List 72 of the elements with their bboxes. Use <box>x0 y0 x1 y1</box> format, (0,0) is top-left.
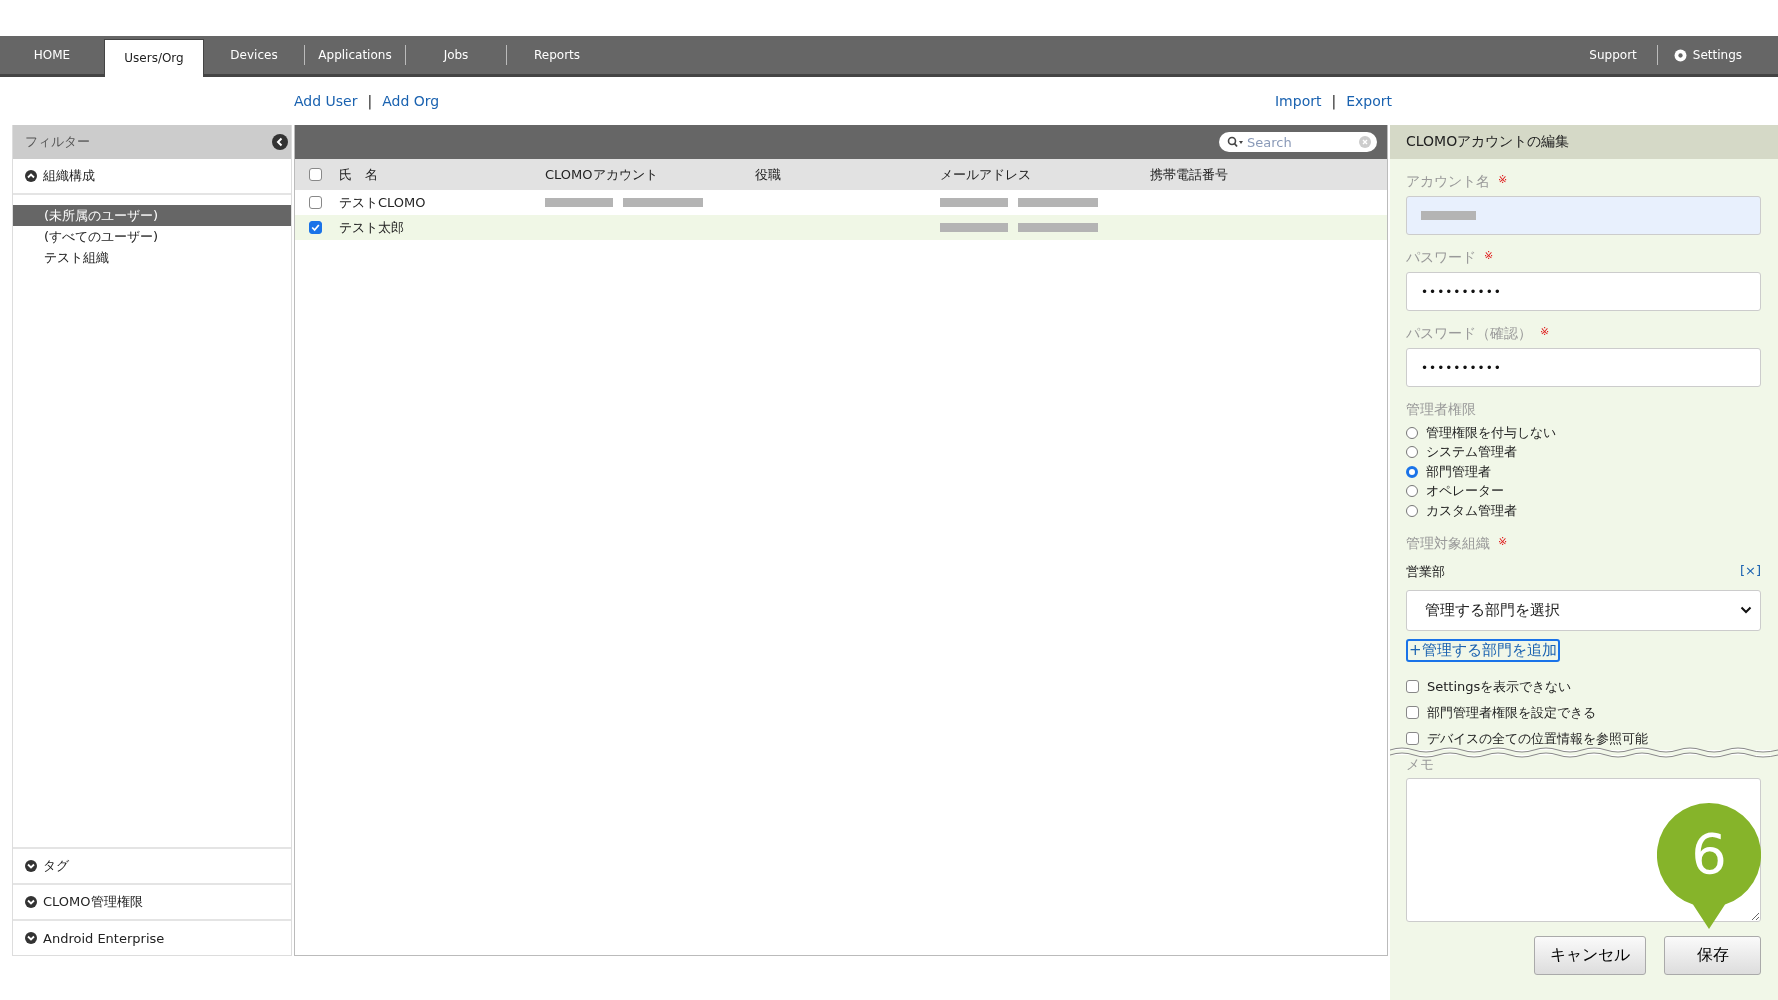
nav-link[interactable]: Support <box>1583 48 1657 62</box>
radio-button[interactable] <box>1406 465 1418 478</box>
checkbox[interactable] <box>1406 732 1419 745</box>
search-box[interactable]: Search <box>1219 132 1377 152</box>
org-select[interactable]: 管理する部門を選択 <box>1406 589 1761 631</box>
column-header: 役職 <box>755 166 781 182</box>
checkbox-label: 部門管理者権限を設定できる <box>1427 703 1596 722</box>
radio-label: オペレーター <box>1426 482 1504 501</box>
field-label: アカウント名 <box>1406 173 1490 191</box>
nav-tab[interactable]: Jobs <box>406 36 506 74</box>
separator: | <box>367 93 373 109</box>
nav-tab[interactable]: Reports <box>507 36 607 74</box>
action-link[interactable]: Export <box>1346 93 1392 109</box>
table-cell: テスト太郎 <box>339 219 404 235</box>
blurred-text <box>1421 211 1476 220</box>
radio-button[interactable] <box>1406 426 1418 439</box>
checkbox[interactable] <box>308 168 322 181</box>
filter-item[interactable]: テスト組織 <box>13 247 291 268</box>
separator: | <box>1331 93 1337 109</box>
form-button[interactable]: 保存 <box>1664 935 1761 975</box>
column-header: CLOMOアカウント <box>545 166 658 182</box>
checkbox[interactable] <box>308 196 322 209</box>
field-label: 管理者権限 <box>1406 401 1476 419</box>
required-mark: ※ <box>1498 534 1508 550</box>
filter-item[interactable]: (未所属のユーザー) <box>13 205 291 226</box>
password-field[interactable]: •••••••••• <box>1406 272 1761 311</box>
nav-tab[interactable]: Applications <box>305 36 405 74</box>
nav-tab[interactable]: Users/Org <box>104 38 204 77</box>
collapse-icon[interactable] <box>272 134 288 150</box>
radio-label: 管理権限を付与しない <box>1426 423 1556 442</box>
radio-button[interactable] <box>1406 504 1418 517</box>
settings-icon <box>1673 48 1687 62</box>
radio-label: 部門管理者 <box>1426 462 1491 481</box>
filter-item[interactable]: (すべてのユーザー) <box>13 226 291 247</box>
caret-icon <box>1740 606 1752 614</box>
callout-number: 6 <box>1691 820 1727 887</box>
search-field[interactable]: Search <box>1245 134 1359 150</box>
password-field[interactable]: •••••••••• <box>1406 348 1761 387</box>
column-header: 氏 名 <box>339 166 378 182</box>
panel-title: CLOMOアカウントの編集 <box>1406 133 1570 151</box>
field-label: メモ <box>1406 755 1434 774</box>
table-cell: テストCLOMO <box>339 194 426 210</box>
radio-button[interactable] <box>1406 446 1418 459</box>
search-icon <box>1227 136 1245 148</box>
checkbox-label: Settingsを表示できない <box>1427 677 1572 696</box>
required-mark: ※ <box>1498 173 1508 188</box>
checkbox[interactable] <box>1406 706 1419 719</box>
org-name: 営業部 <box>1406 562 1445 581</box>
required-mark: ※ <box>1540 325 1550 340</box>
add-org-link[interactable]: +管理する部門を追加 <box>1406 638 1560 662</box>
nav-link[interactable]: Settings <box>1686 48 1758 62</box>
account-field[interactable] <box>1406 196 1761 235</box>
checkbox[interactable] <box>1406 680 1419 693</box>
nav-tab[interactable]: HOME <box>0 36 104 74</box>
radio-button[interactable] <box>1406 485 1418 498</box>
field-label: パスワード（確認） <box>1406 325 1532 343</box>
form-button[interactable]: キャンセル <box>1534 935 1646 975</box>
field-label: 管理対象組織 <box>1406 534 1490 553</box>
action-link[interactable]: Add Org <box>382 93 440 109</box>
action-link[interactable]: Import <box>1275 93 1322 109</box>
required-mark: ※ <box>1484 249 1494 264</box>
field-label: パスワード <box>1406 249 1476 267</box>
filter-title: フィルター <box>25 133 90 151</box>
remove-link[interactable]: [×] <box>1739 562 1761 581</box>
checkbox[interactable] <box>308 221 322 234</box>
radio-label: システム管理者 <box>1426 443 1517 462</box>
column-header: メールアドレス <box>940 166 1031 182</box>
action-link[interactable]: Add User <box>294 93 358 109</box>
nav-tab[interactable]: Devices <box>204 36 304 74</box>
checkbox-label: デバイスの全ての位置情報を参照可能 <box>1427 729 1648 748</box>
column-header: 携帯電話番号 <box>1150 166 1228 182</box>
radio-label: カスタム管理者 <box>1426 501 1517 520</box>
